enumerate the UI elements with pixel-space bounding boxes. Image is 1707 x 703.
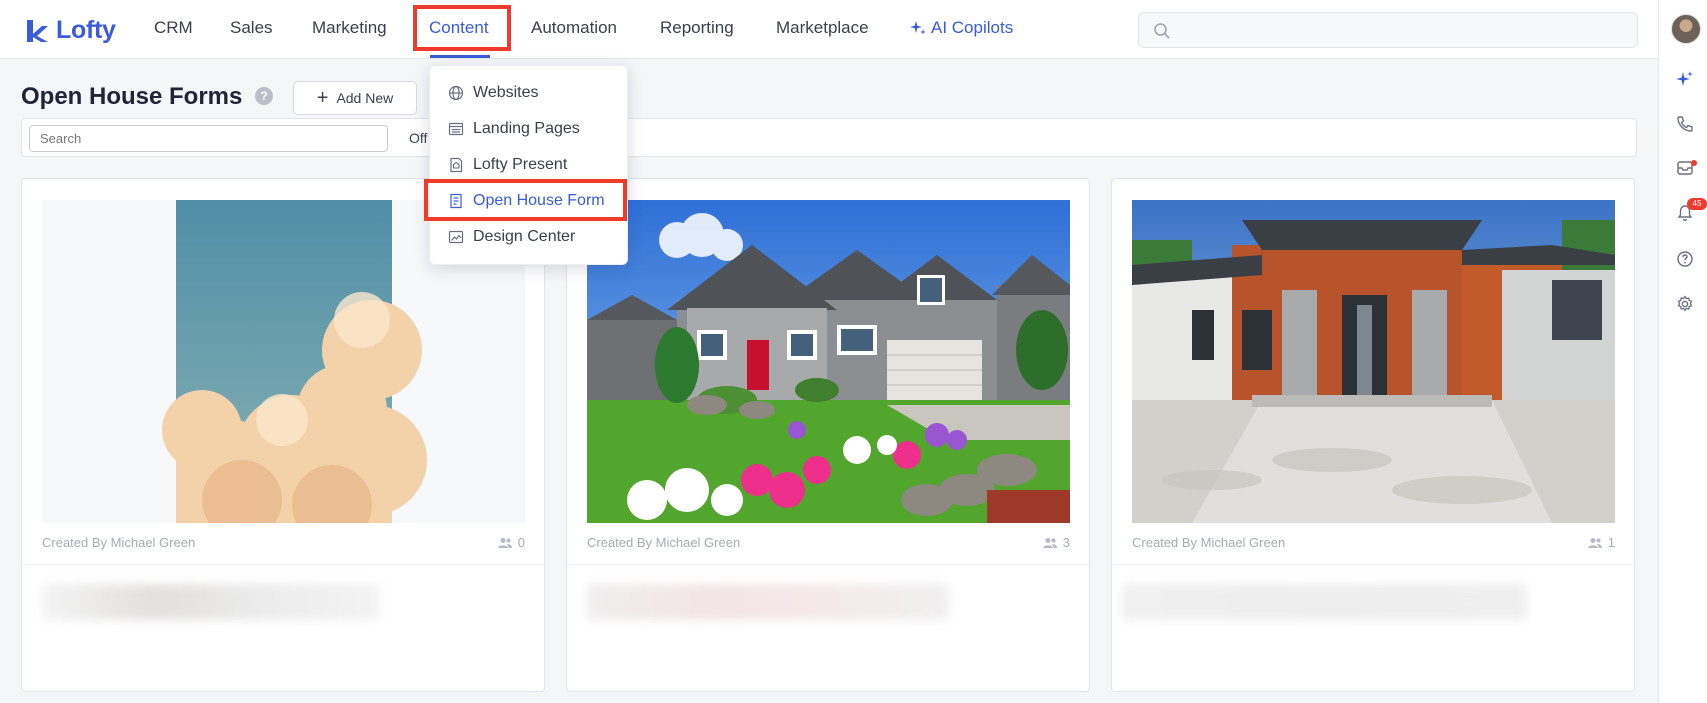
- menu-item-landing-pages[interactable]: Landing Pages: [448, 120, 580, 138]
- viewer-count: 1: [1587, 535, 1615, 550]
- form-card[interactable]: Created By Michael Green 1: [1111, 178, 1635, 692]
- form-card[interactable]: Created By Michael Green 3: [566, 178, 1090, 692]
- sparkle-icon[interactable]: [1675, 69, 1695, 89]
- help-icon[interactable]: ?: [255, 87, 273, 105]
- phone-icon[interactable]: [1675, 114, 1695, 134]
- menu-item-label: Landing Pages: [473, 120, 580, 137]
- viewer-count-value: 3: [1062, 535, 1070, 550]
- users-icon: [1042, 537, 1057, 548]
- page-title: Open House Forms: [21, 83, 243, 110]
- card-image-house[interactable]: [587, 200, 1070, 523]
- search-icon: [1154, 23, 1170, 39]
- nav-automation[interactable]: Automation: [531, 18, 617, 38]
- inbox-unread-dot: [1691, 160, 1697, 166]
- menu-item-design-center[interactable]: Design Center: [448, 228, 575, 246]
- gear-icon[interactable]: [1675, 294, 1695, 314]
- card-divider: [567, 564, 1089, 565]
- content-dropdown-menu: Websites Landing Pages Lofty Present Ope…: [429, 65, 628, 265]
- viewer-count-value: 0: [517, 535, 525, 550]
- add-new-label: Add New: [336, 90, 394, 106]
- users-icon: [1587, 537, 1602, 548]
- menu-item-lofty-present[interactable]: Lofty Present: [448, 156, 567, 174]
- notification-badge: 45: [1687, 198, 1707, 210]
- menu-item-websites[interactable]: Websites: [448, 84, 539, 102]
- globe-icon: [448, 85, 464, 101]
- created-by: Created By Michael Green: [42, 535, 196, 550]
- card-image-modern-house[interactable]: [1132, 200, 1615, 523]
- menu-item-label: Design Center: [473, 228, 576, 245]
- add-new-button[interactable]: + Add New: [293, 81, 417, 115]
- filter-label[interactable]: Off: [409, 130, 427, 146]
- card-divider: [1112, 564, 1634, 565]
- created-by: Created By Michael Green: [587, 535, 741, 550]
- landing-page-icon: [448, 122, 464, 136]
- right-rail: 45: [1658, 0, 1707, 703]
- search-input[interactable]: [29, 125, 388, 152]
- nav-marketplace[interactable]: Marketplace: [776, 18, 869, 38]
- ai-copilots-label: AI Copilots: [931, 18, 1014, 37]
- card-title-blurred: [587, 584, 949, 620]
- nav-reporting[interactable]: Reporting: [660, 18, 734, 38]
- nav-marketing[interactable]: Marketing: [312, 18, 387, 38]
- sparkle-icon: [910, 21, 926, 35]
- logo-text: Lofty: [56, 16, 116, 44]
- card-divider: [22, 564, 544, 565]
- card-meta: Created By Michael Green 0: [42, 535, 525, 550]
- card-meta: Created By Michael Green 1: [1132, 535, 1615, 550]
- open-house-form-highlight: [424, 179, 627, 221]
- menu-item-label: Websites: [473, 84, 539, 101]
- avatar[interactable]: [1671, 14, 1701, 44]
- viewer-count-value: 1: [1607, 535, 1615, 550]
- nav-sales[interactable]: Sales: [230, 18, 273, 38]
- lofty-logo-icon: [27, 19, 48, 42]
- design-icon: [448, 230, 464, 244]
- plus-icon: +: [316, 87, 329, 109]
- viewer-count: 3: [1042, 535, 1070, 550]
- lofty-logo[interactable]: Lofty: [24, 16, 116, 45]
- nav-ai-copilots[interactable]: AI Copilots: [910, 18, 1013, 38]
- content-tab-highlight: [413, 5, 511, 51]
- created-by: Created By Michael Green: [1132, 535, 1286, 550]
- users-icon: [497, 537, 512, 548]
- help-icon[interactable]: [1675, 249, 1695, 269]
- top-navigation: Lofty CRM Sales Marketing Content Automa…: [0, 0, 1658, 59]
- card-title-blurred: [42, 584, 379, 620]
- viewer-count: 0: [497, 535, 525, 550]
- active-tab-indicator: [430, 55, 490, 58]
- nav-crm[interactable]: CRM: [154, 18, 193, 38]
- global-search-input[interactable]: [1138, 12, 1638, 48]
- card-title-blurred: [1122, 584, 1527, 620]
- card-meta: Created By Michael Green 3: [587, 535, 1070, 550]
- filter-bar: Off: [21, 118, 1637, 157]
- present-icon: [450, 157, 463, 173]
- menu-item-label: Lofty Present: [473, 156, 568, 173]
